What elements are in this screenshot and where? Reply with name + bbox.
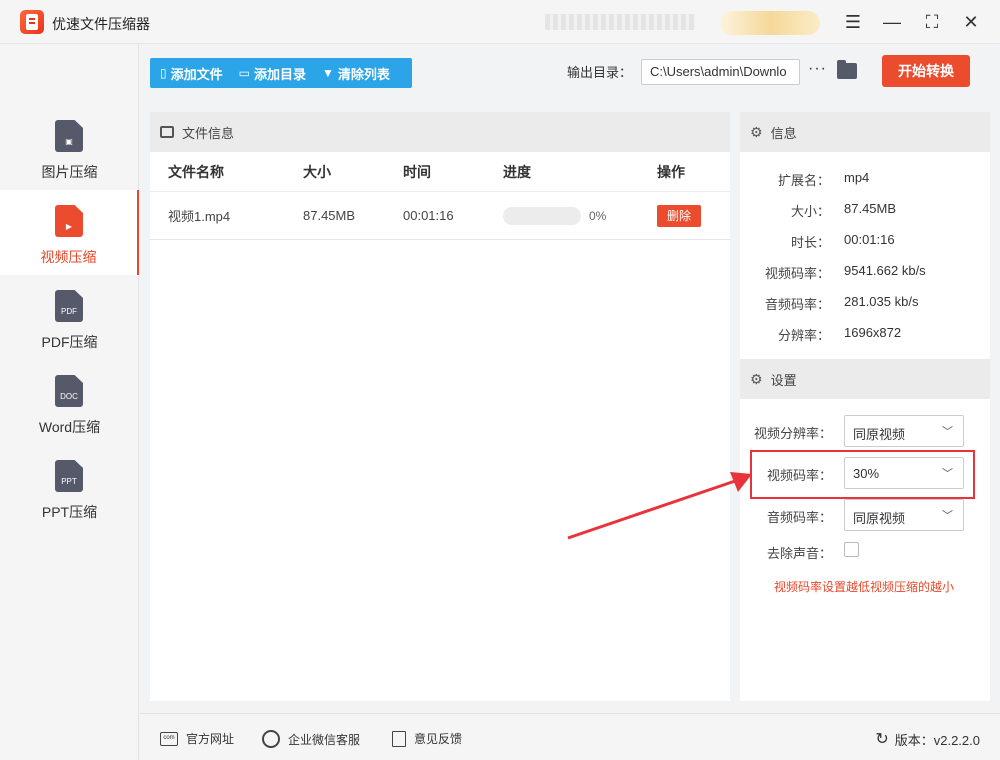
feedback-icon <box>392 730 406 747</box>
sidebar-item-ppt[interactable]: PPT PPT压缩 <box>0 460 139 545</box>
feedback-link[interactable]: 意见反馈 <box>392 730 462 747</box>
settings-title: 设置 <box>770 372 797 388</box>
app-logo-icon <box>20 10 44 34</box>
trash-icon: ▼ <box>321 66 334 80</box>
gear-icon: ⚙ <box>750 123 763 140</box>
app-title: 优速文件压缩器 <box>52 16 150 32</box>
file-toolbar: ▯ 添加文件 ▭ 添加目录 ▼ 清除列表 <box>150 58 412 88</box>
website-link[interactable]: com 官方网址 <box>160 730 234 747</box>
mute-checkbox[interactable] <box>844 542 859 557</box>
info-extension: 扩展名： mp4 <box>777 170 870 188</box>
website-icon: com <box>160 731 178 746</box>
info-resolution: 分辨率： 1696x872 <box>777 325 902 343</box>
mute-label: 去除声音： <box>766 546 832 561</box>
menu-icon[interactable]: ☰ <box>841 10 865 34</box>
info-duration: 时长： 00:01:16 <box>790 232 895 250</box>
chevron-down-icon: ﹀ <box>942 426 953 438</box>
annotation-arrow <box>567 472 752 540</box>
file-panel-title: 文件信息 <box>182 125 235 141</box>
more-options-button[interactable]: ··· <box>808 60 827 78</box>
highlight-box <box>750 450 975 499</box>
open-folder-icon[interactable] <box>837 60 857 79</box>
maximize-button[interactable]: ⛶ <box>920 10 944 34</box>
chevron-down-icon: ﹀ <box>942 510 953 522</box>
image-file-icon: ▣ <box>55 120 83 152</box>
column-header-name: 文件名称 <box>168 163 224 180</box>
table-header: 文件名称 大小 时间 进度 操作 <box>150 152 730 192</box>
ppt-file-icon: PPT <box>55 460 83 492</box>
folder-icon: ▭ <box>238 66 250 80</box>
output-dir-input[interactable]: C:\Users\admin\Downlo <box>641 59 800 85</box>
bitrate-hint: 视频码率设置越低视频压缩的越小 <box>774 580 955 594</box>
info-video-bitrate: 视频码率： 9541.662 kb/s <box>764 263 926 281</box>
file-list-panel: 文件信息 文件名称 大小 时间 进度 操作 视频1.mp4 87.45MB 00… <box>150 112 730 701</box>
mute-setting: 去除声音： <box>740 535 990 567</box>
account-info[interactable] <box>545 14 695 30</box>
progress-bar <box>503 206 581 225</box>
sidebar-item-label: 图片压缩 <box>41 164 98 180</box>
sidebar-item-label: PDF压缩 <box>41 334 98 350</box>
sidebar-item-video[interactable]: ▶ 视频压缩 <box>0 190 139 275</box>
file-duration: 00:01:16 <box>403 208 454 223</box>
sidebar-item-label: Word压缩 <box>38 419 101 435</box>
output-dir-label: 输出目录： <box>567 65 633 80</box>
sidebar-item-label: PPT压缩 <box>41 504 98 520</box>
sidebar: ▣ 图片压缩 ▶ 视频压缩 PDF PDF压缩 DOC Word压缩 PPT P… <box>0 44 139 760</box>
audio-bitrate-label: 音频码率： <box>766 510 832 525</box>
sidebar-item-label: 视频压缩 <box>40 249 97 265</box>
refresh-icon: ↻ <box>875 731 889 748</box>
sidebar-item-word[interactable]: DOC Word压缩 <box>0 375 139 460</box>
pdf-file-icon: PDF <box>55 290 83 322</box>
progress-text: 0% <box>589 208 607 223</box>
resolution-label: 视频分辨率： <box>753 426 832 441</box>
vip-button[interactable] <box>720 11 820 35</box>
close-button[interactable]: ✕ <box>959 10 983 34</box>
column-header-action: 操作 <box>657 163 685 180</box>
column-header-time: 时间 <box>403 163 431 180</box>
settings-header: ⚙ 设置 <box>740 359 990 399</box>
file-name: 视频1.mp4 <box>168 209 231 224</box>
minimize-button[interactable]: — <box>880 10 904 34</box>
resolution-setting: 视频分辨率： 同原视频 ﹀ <box>740 415 990 447</box>
table-row[interactable]: 视频1.mp4 87.45MB 00:01:16 0% 删除 <box>150 192 730 240</box>
title-bar: 优速文件压缩器 ☰ — ⛶ ✕ <box>0 0 1000 44</box>
audio-bitrate-select[interactable]: 同原视频 ﹀ <box>844 499 964 531</box>
add-directory-button[interactable]: ▭ 添加目录 <box>239 64 306 83</box>
gear-icon: ⚙ <box>750 370 763 387</box>
sidebar-item-pdf[interactable]: PDF PDF压缩 <box>0 290 139 375</box>
info-size: 大小： 87.45MB <box>790 201 897 219</box>
info-panel-title: 信息 <box>770 125 797 141</box>
audio-bitrate-setting: 音频码率： 同原视频 ﹀ <box>740 499 990 531</box>
file-panel-header: 文件信息 <box>150 112 730 152</box>
file-icon: ▯ <box>160 66 167 80</box>
info-audio-bitrate: 音频码率： 281.035 kb/s <box>764 294 919 312</box>
chat-icon <box>262 730 280 748</box>
video-file-icon: ▶ <box>55 205 83 237</box>
file-size: 87.45MB <box>303 208 356 223</box>
column-header-size: 大小 <box>303 163 331 180</box>
doc-file-icon: DOC <box>55 375 83 407</box>
info-panel-header: ⚙ 信息 <box>740 112 990 152</box>
clear-list-button[interactable]: ▼ 清除列表 <box>322 64 390 83</box>
column-header-progress: 进度 <box>503 163 531 180</box>
wechat-service-link[interactable]: 企业微信客服 <box>262 730 360 748</box>
resolution-select[interactable]: 同原视频 ﹀ <box>844 415 964 447</box>
delete-button[interactable]: 删除 <box>657 204 701 227</box>
info-panel: ⚙ 信息 扩展名： mp4 大小： 87.45MB 时长： 00:01:16 视频码率… <box>740 112 990 701</box>
footer: com 官方网址 企业微信客服 意见反馈 ↻ 版本：v2.2.2.0 <box>140 713 1000 760</box>
version-info[interactable]: ↻ 版本：v2.2.2.0 <box>875 729 980 749</box>
image-icon <box>160 126 174 138</box>
add-file-button[interactable]: ▯ 添加文件 <box>160 64 223 83</box>
start-convert-button[interactable]: 开始转换 <box>882 55 970 87</box>
